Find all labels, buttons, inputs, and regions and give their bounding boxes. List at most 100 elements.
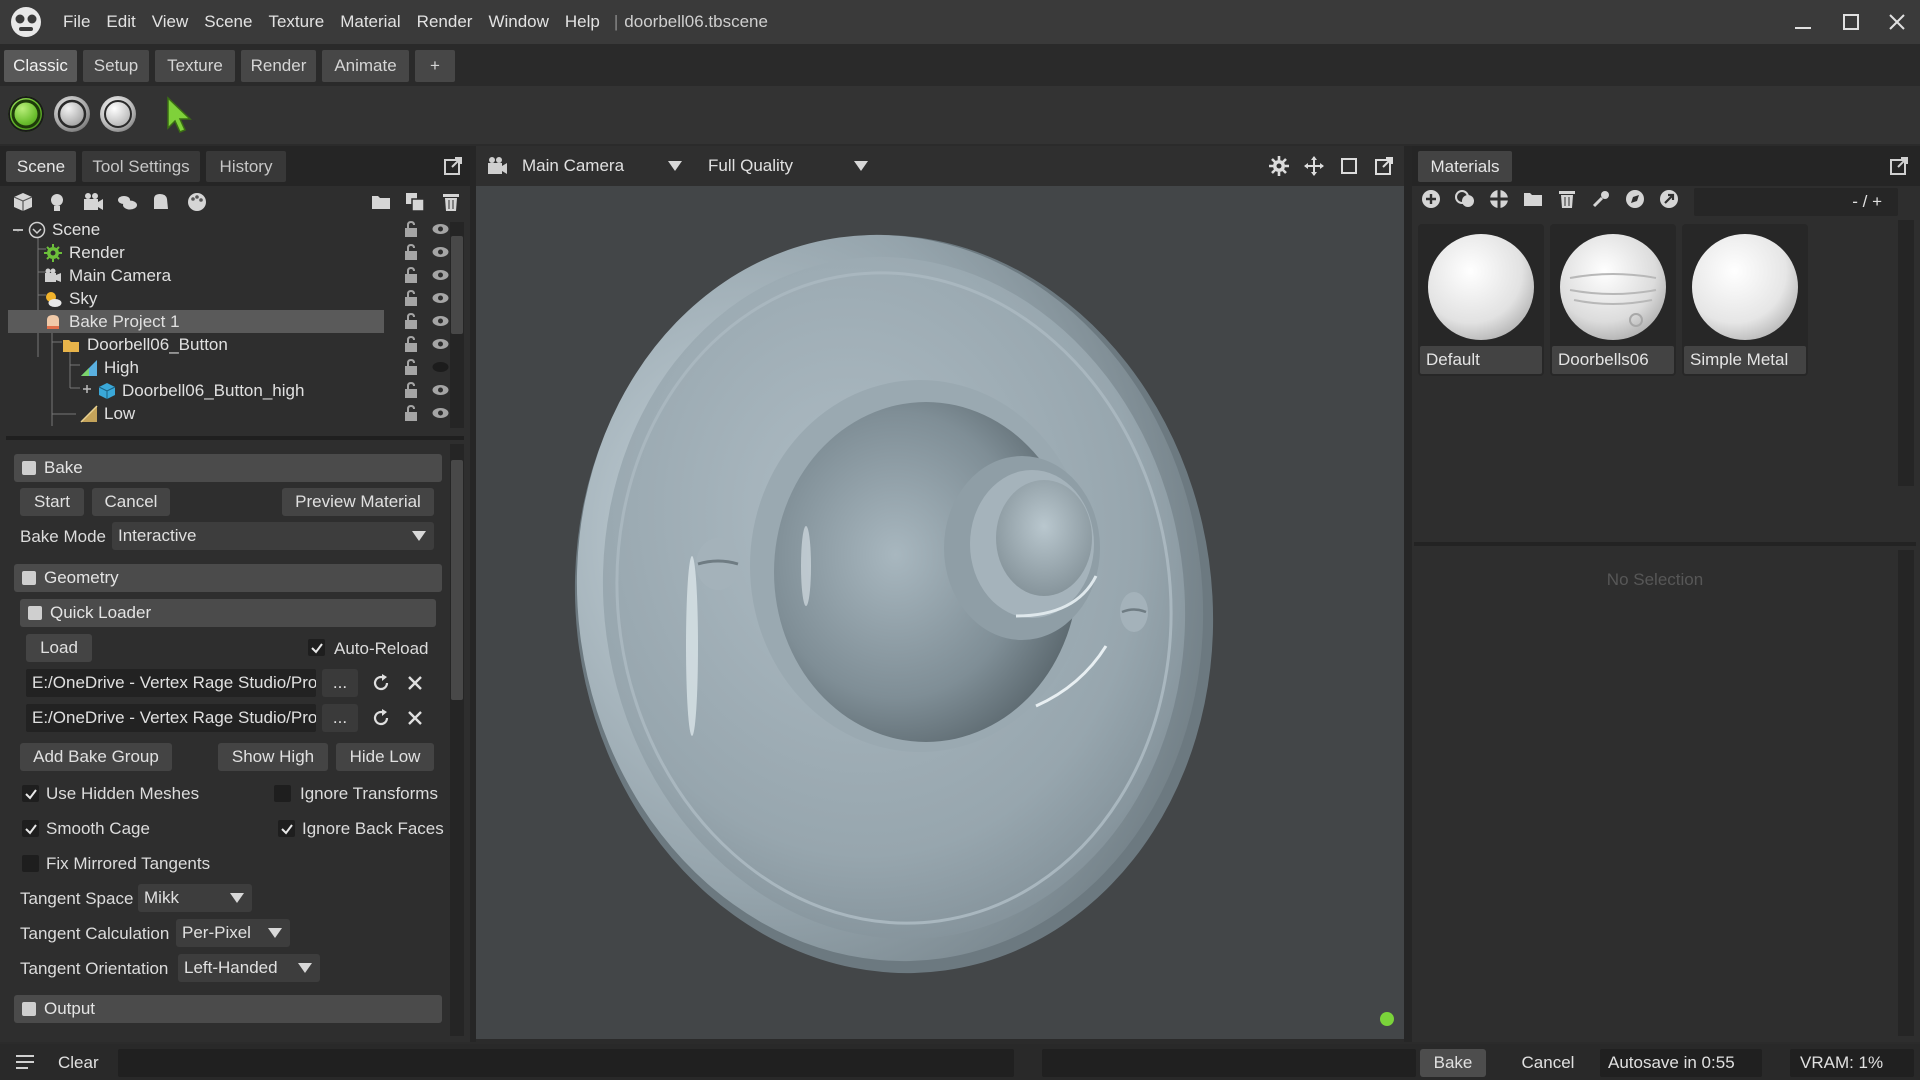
delete-material-button[interactable] (1554, 186, 1580, 212)
eye-icon[interactable] (432, 269, 449, 281)
remove-low-button[interactable] (402, 705, 428, 731)
materials-splitter[interactable] (1414, 542, 1916, 546)
new-folder-button[interactable] (368, 189, 394, 215)
eye-icon[interactable] (432, 384, 449, 396)
quality-dropdown[interactable]: Full Quality (702, 152, 876, 180)
tab-classic[interactable]: Classic (4, 50, 77, 82)
materials-scrollbar[interactable] (1898, 220, 1914, 486)
eye-icon[interactable] (432, 338, 449, 350)
material-import-button[interactable] (1656, 186, 1682, 212)
auto-reload-checkbox[interactable] (308, 639, 325, 656)
use-hidden-meshes-checkbox[interactable] (22, 785, 39, 802)
clear-log-button[interactable]: Clear (58, 1049, 99, 1077)
lock-icon[interactable] (404, 405, 418, 421)
browse-high-button[interactable]: ... (322, 669, 358, 697)
add-light-button[interactable] (44, 189, 70, 215)
tangent-orientation-dropdown[interactable]: Left-Handed (178, 954, 320, 982)
viewport-shading-grey-button[interactable] (54, 96, 90, 132)
open-material-folder-button[interactable] (1520, 186, 1546, 212)
camera-select-dropdown[interactable]: Main Camera (516, 152, 690, 180)
tree-scrollbar-thumb[interactable] (451, 236, 463, 334)
material-tile-doorbells06[interactable]: Doorbells06 (1550, 224, 1676, 376)
tree-item-bake-project-1[interactable]: Bake Project 1 (8, 310, 384, 333)
menu-texture[interactable]: Texture (260, 0, 332, 44)
bake-status-button[interactable]: Bake (1420, 1049, 1486, 1077)
cancel-status-button[interactable]: Cancel (1504, 1049, 1592, 1077)
eye-icon[interactable] (432, 246, 449, 258)
lock-icon[interactable] (404, 244, 418, 260)
material-export-button[interactable] (1622, 186, 1648, 212)
panel-splitter[interactable] (6, 436, 464, 440)
tree-scrollbar[interactable] (450, 222, 464, 428)
lock-icon[interactable] (404, 221, 418, 237)
duplicate-button[interactable] (402, 189, 428, 215)
tree-item-sky[interactable]: Sky (8, 287, 450, 310)
browse-low-button[interactable]: ... (322, 704, 358, 732)
viewport-move-button[interactable] (1301, 153, 1327, 179)
materials-popout-button[interactable] (1886, 153, 1912, 179)
menu-render[interactable]: Render (409, 0, 481, 44)
reload-high-button[interactable] (368, 670, 394, 696)
section-quick-loader-header[interactable]: Quick Loader (20, 599, 436, 627)
maximize-button[interactable] (1828, 0, 1874, 44)
lock-icon[interactable] (404, 359, 418, 375)
eye-icon[interactable] (432, 315, 449, 327)
tangent-calculation-dropdown[interactable]: Per-Pixel (176, 919, 290, 947)
section-output-header[interactable]: Output (14, 995, 442, 1023)
tree-item-main-camera[interactable]: Main Camera (8, 264, 450, 287)
low-mesh-path-field[interactable]: E:/OneDrive - Vertex Rage Studio/Pro (26, 704, 316, 732)
tree-item-scene[interactable]: Scene (8, 218, 450, 241)
tree-item-low[interactable]: Low (8, 402, 450, 425)
lock-icon[interactable] (404, 290, 418, 306)
remove-high-button[interactable] (402, 670, 428, 696)
section-geometry-header[interactable]: Geometry (14, 564, 442, 592)
menu-scene[interactable]: Scene (196, 0, 260, 44)
select-tool-button[interactable] (162, 94, 196, 134)
log-menu-button[interactable] (12, 1049, 38, 1075)
viewport-frame-button[interactable] (1336, 153, 1362, 179)
tab-scene[interactable]: Scene (6, 151, 76, 182)
viewport[interactable] (476, 146, 1404, 1039)
tab-tool-settings[interactable]: Tool Settings (82, 151, 200, 182)
add-mesh-button[interactable] (10, 189, 36, 215)
hide-low-button[interactable]: Hide Low (336, 743, 434, 771)
menu-help[interactable]: Help (557, 0, 608, 44)
add-bake-project-button[interactable] (148, 189, 174, 215)
eye-icon[interactable] (432, 292, 449, 304)
duplicate-material-button[interactable] (1452, 186, 1478, 212)
load-button[interactable]: Load (26, 634, 92, 662)
high-mesh-path-field[interactable]: E:/OneDrive - Vertex Rage Studio/Pro (26, 669, 316, 697)
menu-window[interactable]: Window (480, 0, 556, 44)
eye-icon[interactable] (432, 407, 449, 419)
tree-item-doorbell06-button-high[interactable]: Doorbell06_Button_high (8, 379, 450, 402)
tab-materials[interactable]: Materials (1418, 151, 1512, 182)
bake-start-button[interactable]: Start (20, 488, 84, 516)
viewport-camera-icon-button[interactable] (484, 153, 510, 179)
tab-animate[interactable]: Animate (322, 50, 409, 82)
minimize-button[interactable] (1780, 0, 1826, 44)
popout-panel-button[interactable] (440, 153, 466, 179)
eye-icon[interactable] (432, 223, 449, 235)
tangent-space-dropdown[interactable]: Mikk (138, 884, 252, 912)
tab-history[interactable]: History (206, 151, 286, 182)
material-props-scrollbar[interactable] (1898, 550, 1914, 1036)
add-tab-button[interactable]: + (415, 50, 455, 82)
new-material-button[interactable] (1418, 186, 1444, 212)
section-bake-header[interactable]: Bake (14, 454, 442, 482)
viewport-settings-button[interactable] (1266, 153, 1292, 179)
bake-cancel-button[interactable]: Cancel (92, 488, 170, 516)
tree-item-render[interactable]: Render (8, 241, 450, 264)
ignore-transforms-checkbox[interactable] (274, 785, 291, 802)
left-splitter[interactable] (470, 146, 476, 1042)
eye-hidden-icon[interactable] (432, 361, 449, 373)
viewport-shading-green-button[interactable] (8, 96, 44, 132)
menu-file[interactable]: File (55, 0, 98, 44)
properties-scrollbar[interactable] (450, 444, 464, 1036)
tree-item-doorbell06-button[interactable]: Doorbell06_Button (8, 333, 450, 356)
lock-icon[interactable] (404, 267, 418, 283)
menu-edit[interactable]: Edit (98, 0, 143, 44)
show-high-button[interactable]: Show High (218, 743, 328, 771)
delete-button[interactable] (438, 189, 464, 215)
assign-material-button[interactable] (1588, 186, 1614, 212)
add-material-button[interactable] (184, 189, 210, 215)
